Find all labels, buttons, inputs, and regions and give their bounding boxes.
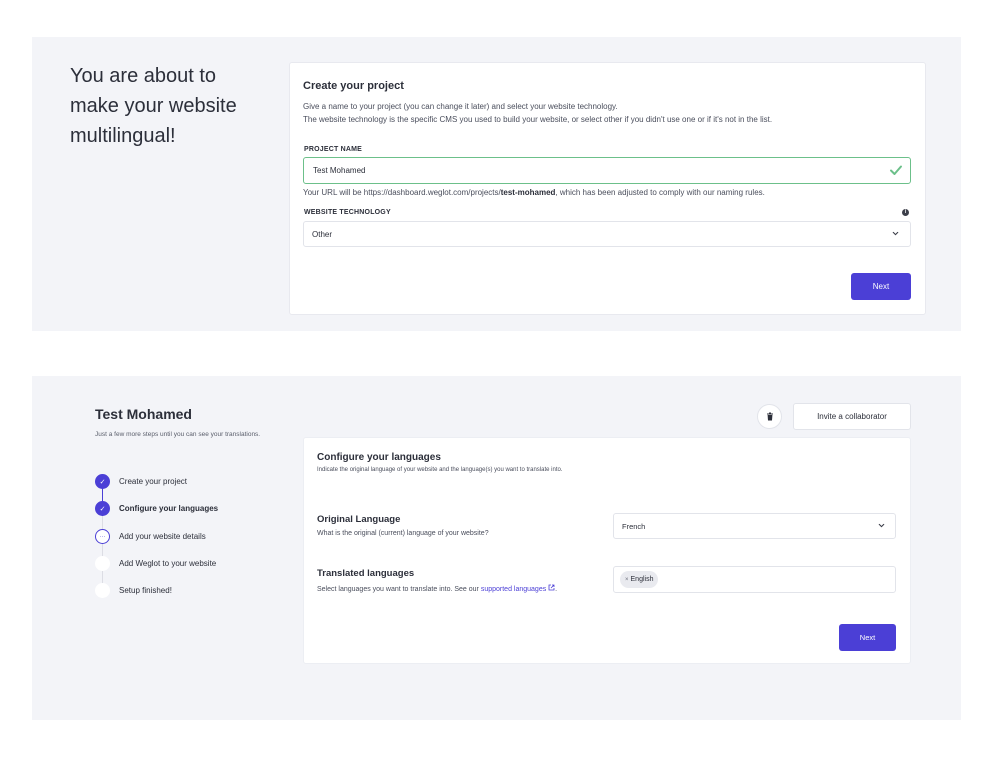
hero-heading: You are about to make your website multi… [70, 65, 237, 147]
language-tag[interactable]: × English [620, 571, 659, 588]
project-name-input[interactable]: Test Mohamed [303, 157, 911, 184]
card-description-line-2: The website technology is the specific C… [303, 115, 773, 124]
project-name-value: Test Mohamed [313, 166, 366, 175]
check-icon: ✓ [95, 474, 110, 489]
step-add-weglot[interactable]: Add Weglot to your website [95, 556, 216, 571]
step-configure-languages[interactable]: ✓ Configure your languages [95, 501, 218, 516]
website-technology-value: Other [312, 229, 333, 239]
invite-collaborator-button[interactable]: Invite a collaborator [793, 403, 911, 430]
card-description: Indicate the original language of your w… [317, 467, 563, 473]
language-tag-label: English [630, 576, 654, 583]
step-label: Add Weglot to your website [119, 559, 217, 568]
step-pending-dot [95, 556, 110, 571]
ellipsis-icon: ··· [95, 529, 110, 544]
trash-icon [766, 412, 773, 421]
card-title: Create your project [303, 80, 404, 92]
original-language-select[interactable]: French [613, 513, 896, 539]
card-description: Give a name to your project (you can cha… [303, 100, 903, 126]
chevron-down-icon [892, 231, 899, 236]
supported-languages-link-text: supported languages [480, 586, 547, 593]
translated-languages-text: Select languages you want to translate i… [317, 586, 481, 593]
check-icon [890, 165, 902, 175]
check-icon: ✓ [95, 501, 110, 516]
supported-languages-link[interactable]: supported languages [480, 584, 555, 593]
card-title: Configure your languages [317, 452, 441, 463]
info-icon[interactable]: i [902, 209, 909, 216]
delete-project-button[interactable] [757, 404, 782, 429]
original-language-description: What is the original (current) language … [317, 530, 489, 537]
external-link-icon [548, 584, 555, 591]
url-suffix: , which has been adjusted to comply with… [555, 188, 765, 197]
website-technology-select[interactable]: Other [303, 221, 911, 247]
step-label: Create your project [119, 477, 188, 486]
project-title: Test Mohamed [95, 406, 192, 422]
step-website-details[interactable]: ··· Add your website details [95, 529, 206, 544]
translated-languages-select[interactable]: × English [613, 566, 896, 593]
project-name-label: PROJECT NAME [304, 146, 363, 153]
translated-languages-title: Translated languages [317, 568, 415, 579]
next-button[interactable]: Next [851, 273, 911, 300]
card-description-line-1: Give a name to your project (you can cha… [303, 102, 618, 111]
remove-tag-icon[interactable]: × [625, 577, 629, 583]
step-setup-finished[interactable]: Setup finished! [95, 583, 172, 598]
step-create-project[interactable]: ✓ Create your project [95, 474, 187, 489]
step-pending-dot [95, 583, 110, 598]
original-language-value: French [622, 521, 646, 531]
step-label: Add your website details [119, 532, 206, 541]
step-label: Configure your languages [119, 504, 219, 513]
next-button[interactable]: Next [839, 624, 896, 651]
website-technology-label: WEBSITE TECHNOLOGY [304, 209, 391, 216]
original-language-title: Original Language [317, 514, 401, 525]
project-subtitle: Just a few more steps until you can see … [95, 431, 261, 438]
url-hint: Your URL will be https://dashboard.weglo… [303, 188, 765, 197]
step-label: Setup finished! [119, 586, 172, 595]
url-slug: test-mohamed [500, 188, 556, 197]
translated-languages-description: Select languages you want to translate i… [317, 584, 558, 593]
chevron-down-icon [878, 523, 885, 528]
url-prefix: Your URL will be https://dashboard.weglo… [303, 188, 501, 197]
